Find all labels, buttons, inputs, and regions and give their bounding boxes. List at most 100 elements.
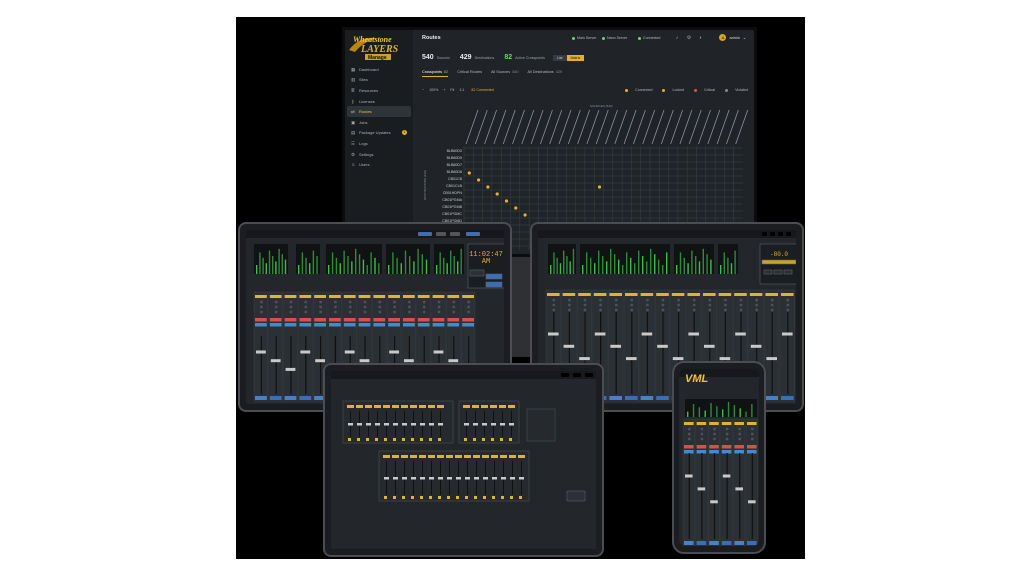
- knob[interactable]: [738, 437, 742, 441]
- knob[interactable]: [599, 298, 602, 302]
- knob[interactable]: [770, 298, 774, 302]
- fader-cap[interactable]: [447, 477, 452, 480]
- knob[interactable]: [363, 305, 367, 309]
- fader-cap[interactable]: [548, 332, 559, 336]
- sidebar-item-users[interactable]: ☺ Users: [347, 159, 411, 170]
- knob[interactable]: [378, 310, 382, 314]
- on-button[interactable]: [684, 541, 694, 545]
- sidebar-item-logs[interactable]: ☰ Logs: [347, 138, 411, 149]
- knob[interactable]: [614, 298, 618, 302]
- fader-cap[interactable]: [766, 357, 777, 361]
- toolbar-button[interactable]: [786, 232, 791, 236]
- toolbar-button[interactable]: [585, 373, 593, 377]
- fader-cap[interactable]: [285, 367, 296, 371]
- fader-cap[interactable]: [384, 423, 389, 426]
- on-button[interactable]: [284, 396, 297, 400]
- knob[interactable]: [422, 300, 426, 304]
- knob[interactable]: [452, 305, 456, 309]
- fader-cap[interactable]: [641, 332, 653, 336]
- fader-cap[interactable]: [429, 423, 434, 426]
- fader-cap[interactable]: [483, 477, 488, 480]
- knob[interactable]: [713, 432, 716, 436]
- fader-cap[interactable]: [411, 423, 416, 426]
- mixer-surface-center[interactable]: [331, 371, 596, 549]
- knob[interactable]: [724, 308, 727, 312]
- knob[interactable]: [467, 300, 470, 304]
- knob[interactable]: [739, 303, 743, 307]
- theme-icon[interactable]: ◐: [698, 35, 704, 41]
- crosspoint-connected[interactable]: [477, 178, 481, 182]
- knob[interactable]: [687, 427, 691, 431]
- knob[interactable]: [739, 308, 743, 312]
- knob[interactable]: [583, 298, 587, 302]
- knob[interactable]: [568, 303, 571, 307]
- toolbar-button[interactable]: [762, 232, 767, 236]
- knob[interactable]: [408, 310, 411, 314]
- knob[interactable]: [630, 298, 634, 302]
- on-button[interactable]: [625, 396, 638, 400]
- fader-cap[interactable]: [519, 477, 524, 480]
- knob[interactable]: [724, 303, 727, 307]
- fader-cap[interactable]: [456, 477, 461, 480]
- fader-cap[interactable]: [366, 423, 371, 426]
- assign-button[interactable]: [462, 323, 474, 327]
- knob[interactable]: [348, 300, 352, 304]
- knob[interactable]: [750, 427, 754, 431]
- knob[interactable]: [289, 300, 293, 304]
- knob[interactable]: [599, 303, 602, 307]
- fader-cap[interactable]: [626, 357, 637, 361]
- knob[interactable]: [770, 308, 774, 312]
- sidebar-item-jobs[interactable]: ▣ Jobs: [347, 117, 411, 128]
- knob[interactable]: [725, 427, 729, 431]
- mixer-surface-phone[interactable]: [679, 369, 759, 546]
- assign-button[interactable]: [343, 323, 356, 327]
- fader-cap[interactable]: [375, 423, 380, 426]
- assign-button[interactable]: [721, 450, 732, 454]
- user-menu[interactable]: A admin ⌄: [719, 34, 746, 41]
- assign-button[interactable]: [255, 323, 267, 327]
- knob[interactable]: [319, 300, 322, 304]
- fader-cap[interactable]: [393, 423, 398, 426]
- crosspoint-connected[interactable]: [597, 185, 602, 189]
- knob[interactable]: [614, 303, 618, 307]
- knob[interactable]: [786, 303, 790, 307]
- assign-button[interactable]: [734, 450, 744, 454]
- knob[interactable]: [646, 303, 649, 307]
- knob[interactable]: [437, 305, 441, 309]
- fader-cap[interactable]: [735, 332, 746, 336]
- knob[interactable]: [422, 310, 426, 314]
- fader-cap[interactable]: [256, 350, 266, 354]
- toolbar-button[interactable]: [770, 232, 775, 236]
- knob[interactable]: [393, 305, 396, 309]
- crosspoint-connected[interactable]: [504, 199, 509, 203]
- fader-cap[interactable]: [465, 477, 470, 480]
- knob[interactable]: [334, 305, 337, 309]
- on-button[interactable]: [255, 396, 267, 400]
- fader-cap[interactable]: [735, 487, 743, 491]
- toolbar-button[interactable]: [778, 232, 783, 236]
- fader-cap[interactable]: [315, 359, 325, 363]
- cue-button[interactable]: [329, 318, 341, 322]
- assign-button[interactable]: [684, 450, 694, 454]
- cue-button[interactable]: [696, 445, 707, 449]
- assign-button[interactable]: [417, 323, 430, 327]
- fader-cap[interactable]: [704, 344, 715, 348]
- knob[interactable]: [437, 310, 441, 314]
- assign-button[interactable]: [373, 323, 386, 327]
- knob[interactable]: [568, 298, 571, 302]
- knob[interactable]: [304, 300, 308, 304]
- fader-cap[interactable]: [404, 359, 414, 363]
- knob[interactable]: [583, 308, 587, 312]
- knob[interactable]: [738, 432, 742, 436]
- crosspoint-connected[interactable]: [495, 192, 499, 196]
- knob[interactable]: [713, 427, 716, 431]
- knob[interactable]: [700, 432, 704, 436]
- knob[interactable]: [260, 305, 263, 309]
- cue-button[interactable]: [299, 318, 312, 322]
- knob[interactable]: [467, 310, 470, 314]
- knob[interactable]: [334, 310, 337, 314]
- fader-cap[interactable]: [563, 344, 575, 348]
- sidebar-item-package-updates[interactable]: ▤ Package Updates 1: [347, 128, 411, 139]
- knob[interactable]: [393, 300, 396, 304]
- fader-cap[interactable]: [411, 477, 416, 480]
